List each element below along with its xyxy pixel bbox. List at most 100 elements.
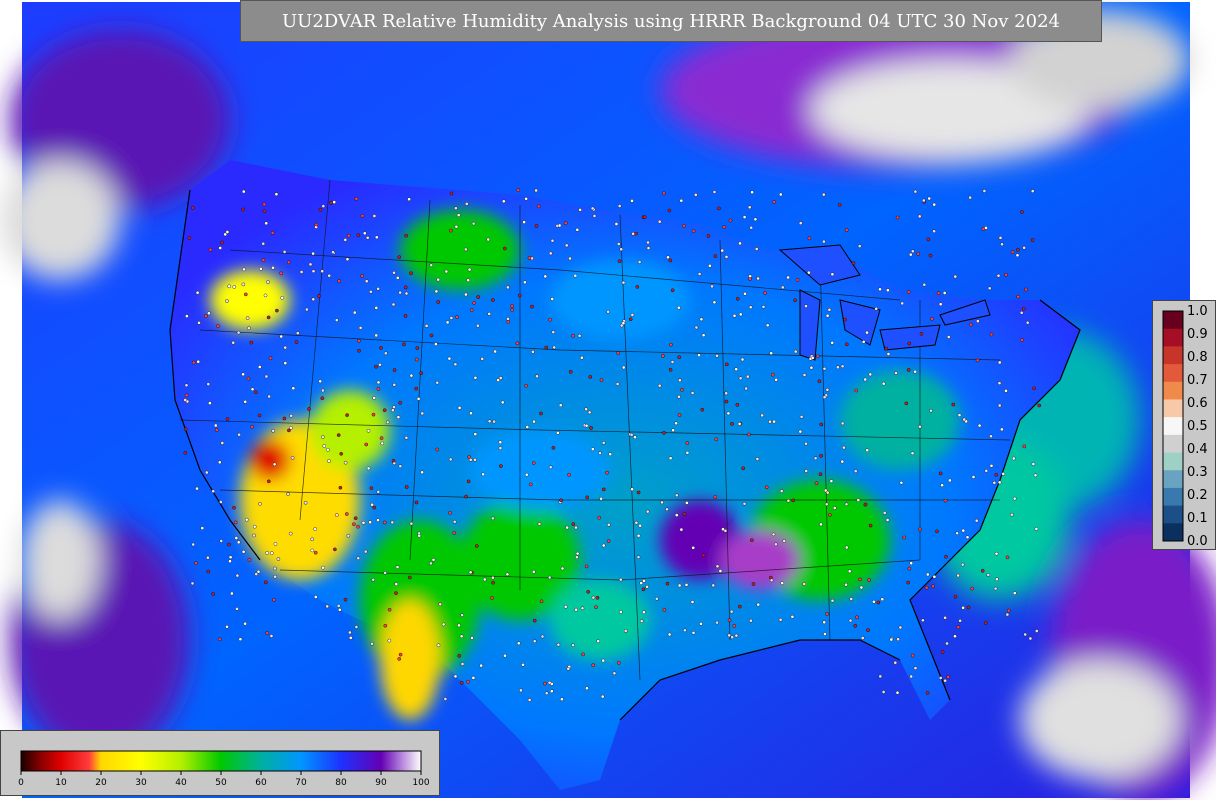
- station-marker: [486, 237, 491, 242]
- station-marker: [910, 451, 915, 456]
- station-marker: [532, 570, 536, 574]
- station-marker: [532, 639, 537, 644]
- station-marker: [913, 189, 918, 194]
- station-marker: [311, 297, 316, 302]
- station-marker: [379, 436, 384, 440]
- station-marker: [590, 206, 595, 211]
- station-marker: [547, 680, 552, 685]
- station-marker: [722, 225, 727, 229]
- station-marker: [551, 445, 556, 450]
- station-marker: [320, 396, 325, 401]
- station-marker: [599, 496, 603, 501]
- uncertainty-color-segment: [1163, 328, 1183, 347]
- station-marker: [1030, 238, 1035, 242]
- station-marker: [195, 290, 200, 295]
- station-marker: [946, 675, 950, 679]
- station-marker: [383, 623, 388, 628]
- station-marker: [738, 604, 742, 609]
- station-marker: [374, 364, 378, 369]
- station-marker: [449, 191, 454, 196]
- station-marker: [878, 674, 883, 679]
- station-marker: [274, 192, 279, 196]
- station-marker: [574, 607, 578, 612]
- station-marker: [741, 466, 746, 471]
- station-marker: [857, 244, 862, 248]
- station-marker: [249, 340, 254, 345]
- station-marker: [470, 636, 474, 640]
- station-marker: [247, 558, 252, 562]
- station-marker: [1000, 427, 1004, 432]
- station-marker: [317, 294, 321, 298]
- station-marker: [420, 470, 424, 475]
- station-marker: [283, 345, 288, 350]
- station-marker: [261, 258, 266, 262]
- station-marker: [793, 298, 797, 303]
- station-marker: [786, 275, 790, 280]
- station-marker: [1005, 555, 1010, 560]
- station-marker: [457, 623, 461, 628]
- station-marker: [747, 205, 752, 210]
- station-marker: [856, 498, 861, 502]
- station-marker: [204, 314, 208, 318]
- station-marker: [254, 572, 259, 576]
- station-marker: [699, 317, 704, 322]
- station-marker: [881, 690, 886, 694]
- station-marker: [866, 628, 870, 632]
- station-marker: [1005, 612, 1010, 617]
- station-marker: [919, 331, 924, 336]
- station-marker: [197, 321, 201, 325]
- station-marker: [993, 586, 998, 591]
- station-marker: [310, 548, 315, 553]
- station-marker: [630, 487, 634, 492]
- station-marker: [354, 197, 359, 201]
- station-marker: [208, 247, 213, 252]
- station-marker: [374, 235, 379, 240]
- station-marker: [337, 279, 342, 283]
- station-marker: [219, 500, 223, 504]
- station-marker: [861, 340, 866, 344]
- station-marker: [270, 231, 275, 235]
- station-marker: [452, 531, 457, 535]
- station-marker: [669, 342, 673, 347]
- station-marker: [435, 380, 440, 385]
- station-marker: [519, 688, 523, 693]
- station-marker: [487, 419, 492, 424]
- station-marker: [786, 498, 791, 503]
- station-marker: [206, 569, 211, 574]
- uncertainty-tick-label: 0.8: [1187, 350, 1208, 365]
- station-marker: [726, 411, 731, 416]
- station-marker: [378, 362, 382, 367]
- station-marker: [932, 229, 936, 233]
- station-marker: [266, 315, 271, 320]
- station-marker: [360, 213, 365, 218]
- station-marker: [617, 204, 622, 208]
- station-marker: [718, 569, 723, 573]
- station-marker: [699, 622, 703, 626]
- station-marker: [258, 501, 262, 506]
- station-marker: [288, 531, 293, 536]
- station-marker: [429, 561, 433, 566]
- station-marker: [358, 326, 363, 330]
- station-marker: [1020, 338, 1024, 342]
- station-marker: [534, 188, 538, 193]
- station-marker: [291, 386, 296, 391]
- station-marker: [263, 293, 268, 298]
- station-marker: [670, 360, 675, 364]
- station-marker: [238, 637, 243, 642]
- station-marker: [932, 202, 937, 207]
- station-marker: [565, 525, 569, 530]
- station-marker: [601, 543, 606, 548]
- station-marker: [970, 586, 975, 591]
- station-marker: [822, 239, 826, 244]
- station-marker: [823, 632, 827, 636]
- station-marker: [289, 413, 294, 418]
- station-marker: [945, 641, 949, 646]
- station-marker: [383, 571, 387, 575]
- station-marker: [211, 592, 215, 596]
- station-marker: [213, 423, 218, 428]
- station-marker: [817, 379, 822, 384]
- station-marker: [943, 678, 947, 683]
- station-marker: [1022, 245, 1026, 250]
- station-marker: [466, 479, 471, 484]
- station-marker: [665, 507, 669, 512]
